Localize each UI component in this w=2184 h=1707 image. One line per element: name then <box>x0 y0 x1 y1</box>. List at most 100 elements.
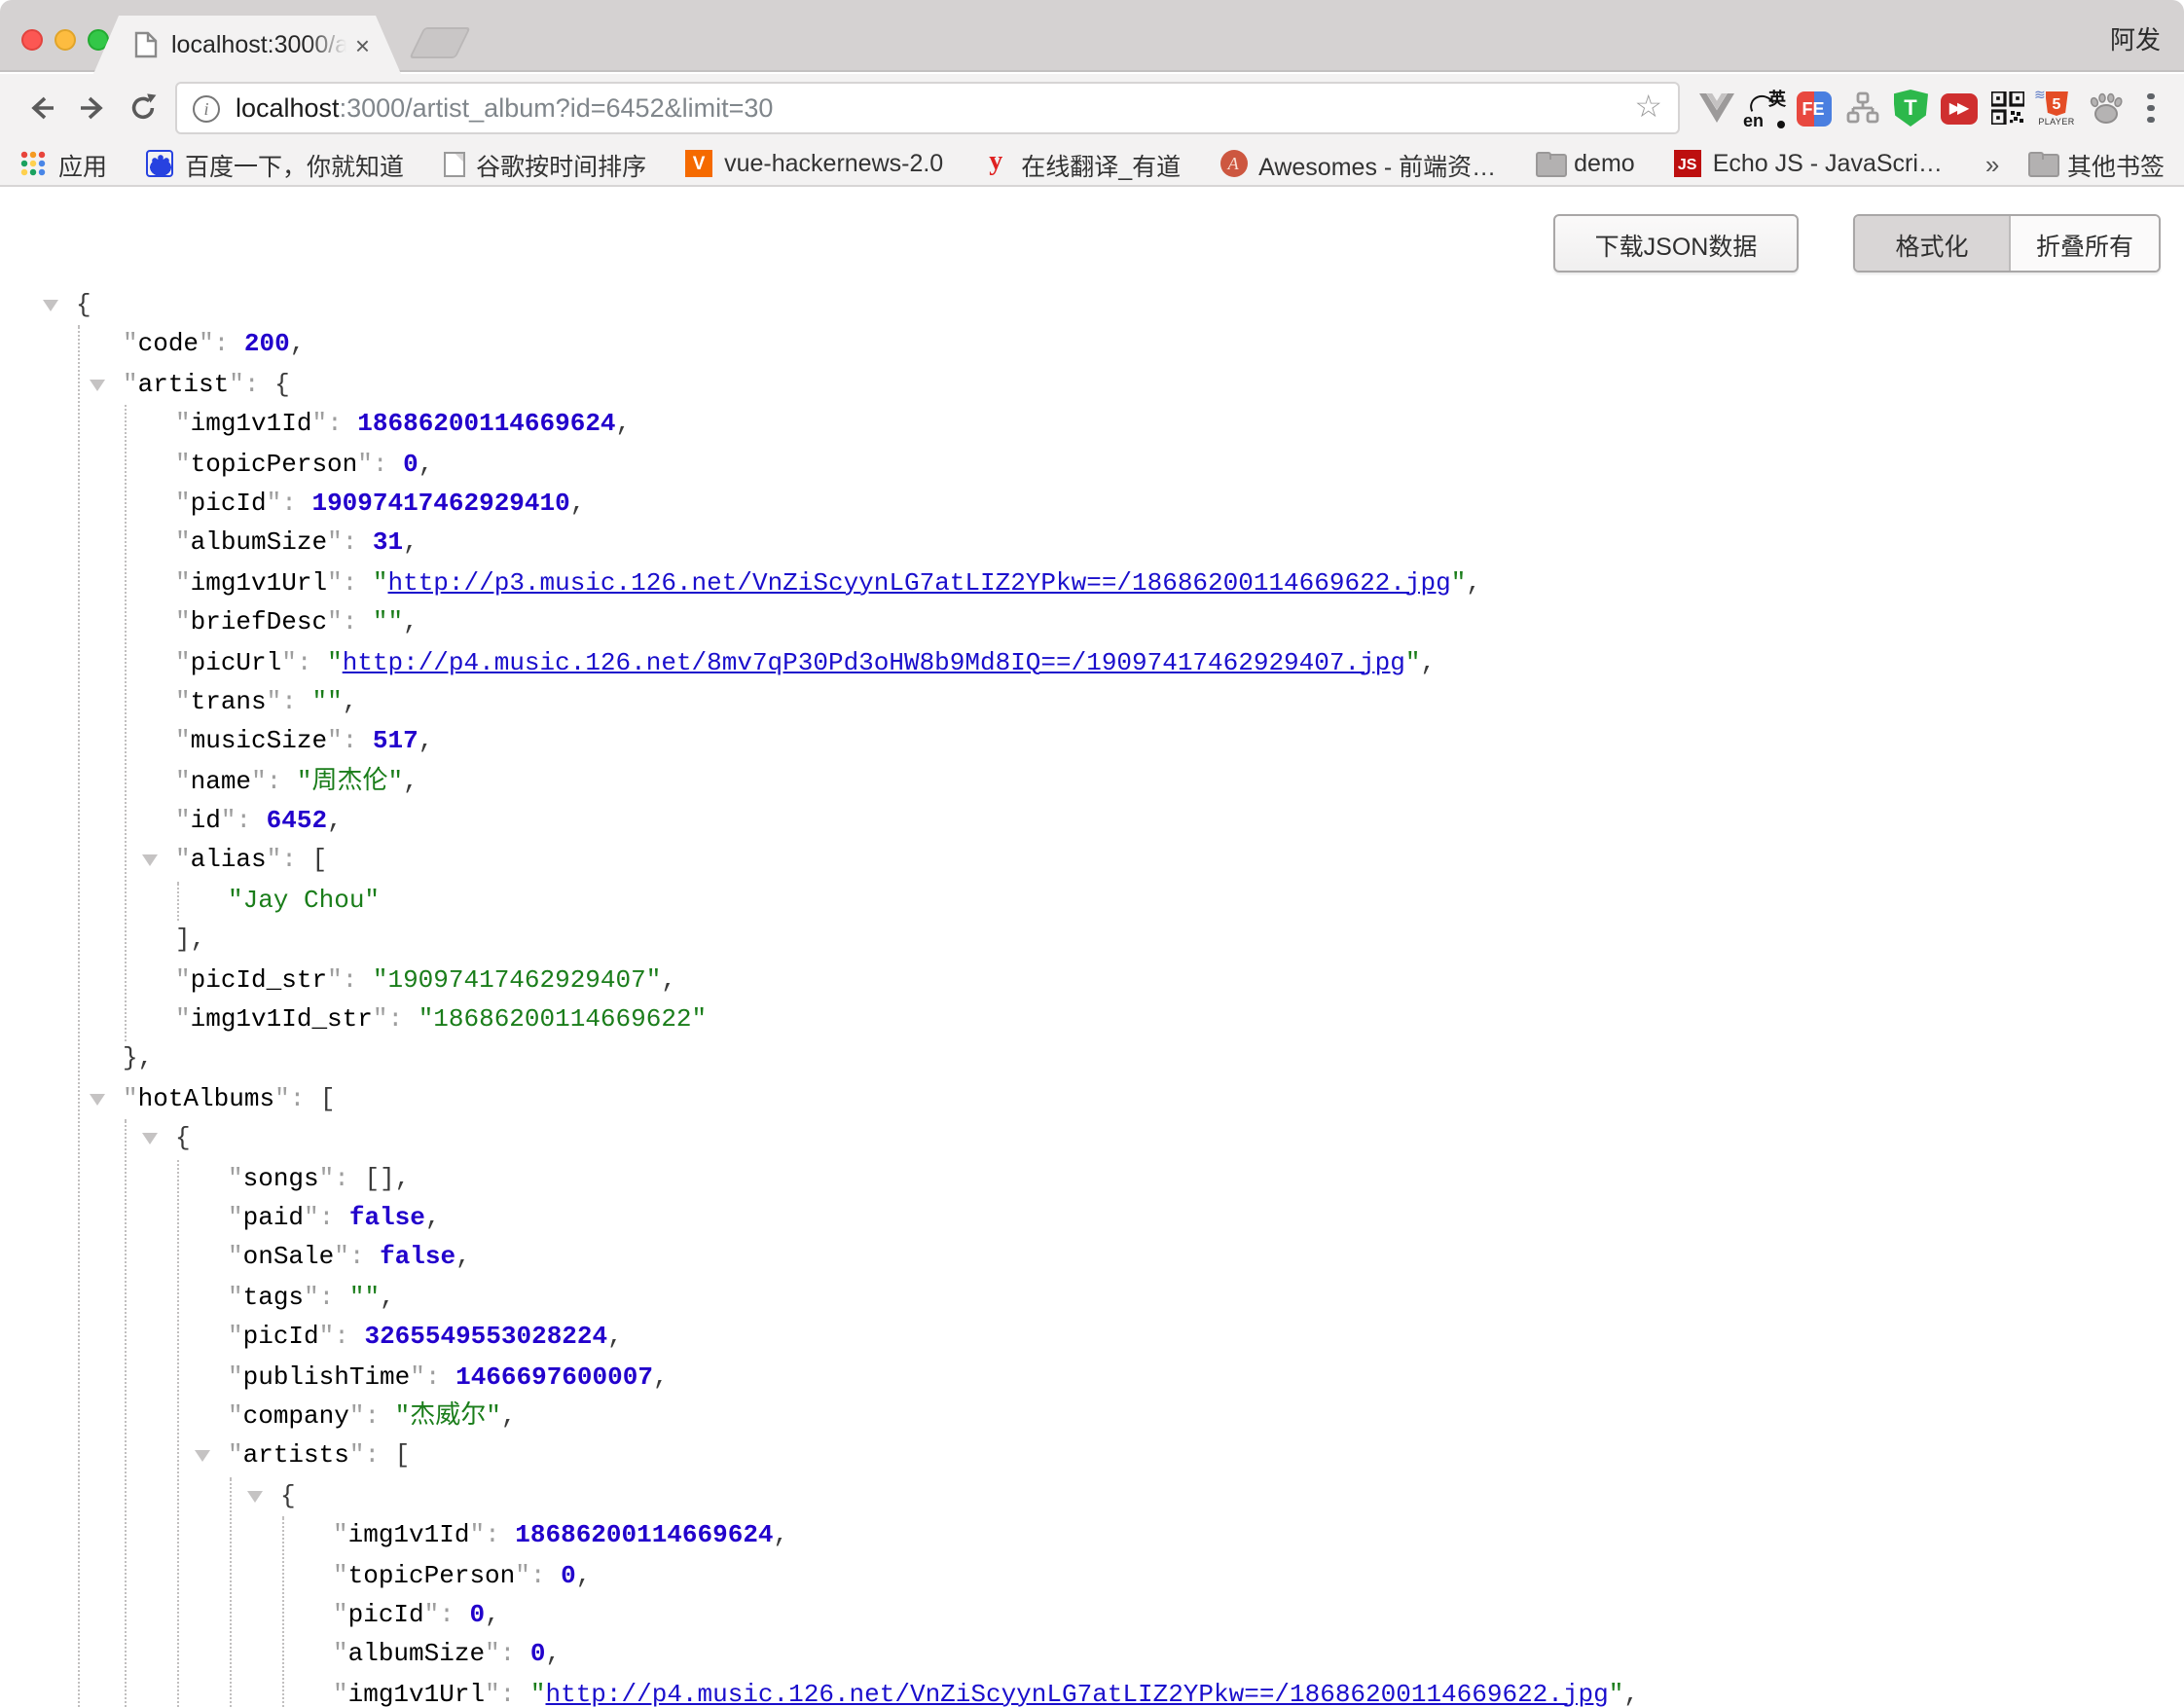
paw-extension-icon[interactable] <box>2081 81 2129 135</box>
translate-glyph: 英 en <box>1745 89 1784 127</box>
bookmark-item[interactable]: y在线翻译_有道 <box>982 145 1181 182</box>
vue-favicon: V <box>685 150 712 177</box>
collapse-all-button[interactable]: 折叠所有 <box>2009 216 2159 271</box>
site-info-icon[interactable]: i <box>193 94 220 122</box>
json-string: "19097417462929407" <box>373 964 661 994</box>
json-quote: ": <box>424 1600 470 1629</box>
json-url-link[interactable]: http://p4.music.126.net/8mv7qP30Pd3oHW8b… <box>343 647 1405 676</box>
json-quote: ": <box>349 1401 395 1431</box>
json-url-link[interactable]: http://p4.music.126.net/VnZiScyynLG7atLI… <box>546 1679 1609 1707</box>
forward-button[interactable] <box>66 83 117 133</box>
json-line: }, <box>0 1040 2184 1080</box>
bookmark-label: demo <box>1574 150 1635 177</box>
browser-tab[interactable]: localhost:3000/artist_album?id × <box>93 16 401 74</box>
json-line: "picUrl": "http://p4.music.126.net/8mv7q… <box>0 643 2184 683</box>
back-button[interactable] <box>16 83 66 133</box>
translate-extension-icon[interactable]: 英 en <box>1740 81 1789 135</box>
bookmark-item[interactable]: demo <box>1535 150 1635 177</box>
json-string: "周杰伦" <box>297 766 403 795</box>
fe-extension-icon[interactable]: FE <box>1789 81 1838 135</box>
json-quote: " <box>333 1520 348 1549</box>
json-punctuation: , <box>455 1243 471 1272</box>
bookmarks-overflow-chevron[interactable]: » <box>1985 149 1999 178</box>
bookmark-label: Echo JS - JavaScri… <box>1713 150 1943 177</box>
collapse-arrow-icon[interactable] <box>90 1094 105 1106</box>
json-punctuation: [ <box>311 846 327 875</box>
html5-player-extension-icon[interactable]: ≋ 5 PLAYER <box>2032 81 2081 135</box>
json-quote: " <box>175 409 191 438</box>
json-punctuation: , <box>403 528 419 558</box>
json-quote: ": <box>327 567 373 597</box>
json-punctuation: { <box>76 290 91 319</box>
back-arrow-icon <box>24 91 57 125</box>
json-quote: " <box>123 1084 138 1113</box>
json-number: 1466697600007 <box>455 1362 653 1391</box>
echojs-favicon: JS <box>1674 150 1701 177</box>
other-bookmarks-folder[interactable]: 其他书签 <box>2028 145 2165 182</box>
json-string: " <box>327 647 343 676</box>
json-key: albumSize <box>191 528 327 558</box>
collapse-arrow-icon[interactable] <box>142 1133 158 1144</box>
json-quote: " <box>228 1283 243 1312</box>
shield-extension-icon[interactable]: T <box>1886 81 1935 135</box>
json-key: topicPerson <box>191 449 358 478</box>
bookmark-item[interactable]: AAwesomes - 前端资… <box>1219 145 1496 182</box>
collapse-arrow-icon[interactable] <box>90 380 105 391</box>
collapse-arrow-icon[interactable] <box>195 1451 210 1463</box>
json-punctuation: , <box>327 806 343 835</box>
json-punctuation: , <box>290 330 306 359</box>
json-quote: " <box>175 964 191 994</box>
json-key: img1v1Url <box>348 1679 485 1707</box>
json-punctuation: , <box>1421 647 1437 676</box>
json-url-link[interactable]: http://p3.music.126.net/VnZiScyynLG7atLI… <box>388 567 1451 597</box>
json-viewer: {"code": 200,"artist": {"img1v1Id": 1868… <box>0 286 2184 1707</box>
bookmark-item[interactable]: 百度一下，你就知道 <box>146 145 404 182</box>
browser-menu-icon[interactable] <box>2133 83 2168 133</box>
bookmark-item[interactable]: 谷歌按时间排序 <box>443 145 646 182</box>
new-tab-button[interactable] <box>409 27 471 58</box>
bookmark-item[interactable]: Vvue-hackernews-2.0 <box>685 150 943 177</box>
json-quote: " <box>333 1679 348 1707</box>
reload-button[interactable] <box>117 83 167 133</box>
bookmark-item[interactable]: 应用 <box>19 145 107 182</box>
qr-code-extension-icon[interactable] <box>1984 81 2032 135</box>
json-key: img1v1Id_str <box>191 1004 373 1034</box>
url-text: localhost:3000/artist_album?id=6452&limi… <box>236 93 1622 123</box>
json-line: "briefDesc": "", <box>0 603 2184 643</box>
json-key: company <box>243 1401 349 1431</box>
json-string: "18686200114669622" <box>419 1004 707 1034</box>
download-json-button[interactable]: 下载JSON数据 <box>1553 214 1799 272</box>
sitemap-extension-icon[interactable] <box>1838 81 1886 135</box>
profile-name[interactable]: 阿发 <box>2110 19 2161 56</box>
fast-forward-extension-icon[interactable]: ▶▶ <box>1935 81 1984 135</box>
json-number: 517 <box>373 727 419 756</box>
json-line: "img1v1Id_str": "18686200114669622" <box>0 1000 2184 1040</box>
window-controls <box>21 29 109 51</box>
json-line: "artists": [ <box>0 1437 2184 1477</box>
bookmark-label: 应用 <box>58 145 107 182</box>
bookmark-item[interactable]: JS Echo JS - JavaScri… <box>1674 150 1943 177</box>
json-line: "alias": [ <box>0 842 2184 882</box>
collapse-arrow-icon[interactable] <box>43 300 58 311</box>
collapse-arrow-icon[interactable] <box>142 855 158 867</box>
json-line: "name": "周杰伦", <box>0 762 2184 802</box>
json-string: "杰威尔" <box>395 1401 501 1431</box>
json-key: topicPerson <box>348 1560 516 1589</box>
minimize-window-button[interactable] <box>55 29 76 51</box>
json-line: { <box>0 1119 2184 1159</box>
json-line: "publishTime": 1466697600007, <box>0 1358 2184 1398</box>
collapse-arrow-icon[interactable] <box>247 1490 263 1502</box>
close-window-button[interactable] <box>21 29 43 51</box>
json-line: "code": 200, <box>0 326 2184 366</box>
vue-devtools-icon[interactable] <box>1692 81 1740 135</box>
json-punctuation: , <box>403 766 419 795</box>
format-button[interactable]: 格式化 <box>1855 216 2009 271</box>
bookmark-star-icon[interactable]: ☆ <box>1634 92 1662 124</box>
baidu-paw-icon <box>146 150 173 177</box>
page-icon <box>443 151 464 176</box>
json-quote: " <box>123 330 138 359</box>
address-bar[interactable]: i localhost:3000/artist_album?id=6452&li… <box>175 82 1680 134</box>
player-glyph: ≋ 5 PLAYER <box>2038 91 2074 126</box>
tab-close-icon[interactable]: × <box>355 32 370 57</box>
json-line: "trans": "", <box>0 683 2184 723</box>
